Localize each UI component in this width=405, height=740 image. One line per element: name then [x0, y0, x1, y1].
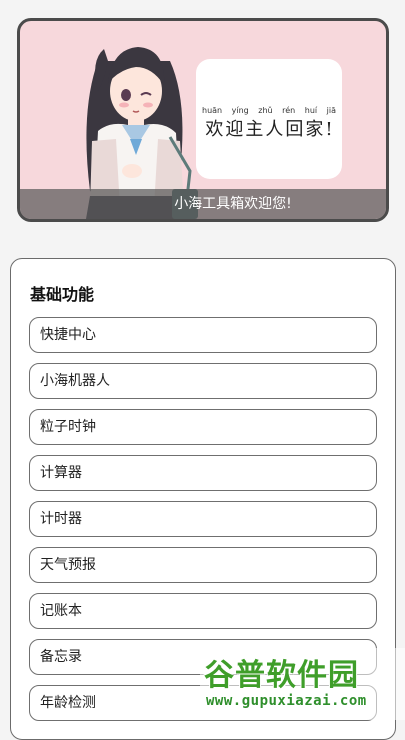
- pinyin-syllable: zhǔ: [258, 106, 273, 115]
- welcome-banner: huān yíng zhǔ rén huí jiā 欢迎主人回家! 小海工具箱欢…: [17, 18, 389, 222]
- function-button-robot[interactable]: 小海机器人: [29, 363, 377, 399]
- site-watermark: 谷普软件园 www.gupuxiazai.com: [200, 648, 405, 720]
- function-button-timer[interactable]: 计时器: [29, 501, 377, 537]
- function-button-quick-center[interactable]: 快捷中心: [29, 317, 377, 353]
- speech-text: 欢迎主人回家!: [205, 119, 335, 140]
- pinyin-syllable: rén: [282, 106, 296, 115]
- function-button-calculator[interactable]: 计算器: [29, 455, 377, 491]
- pinyin-syllable: yíng: [231, 106, 249, 115]
- pinyin-syllable: huān: [202, 106, 223, 115]
- pinyin-syllable: jiā: [326, 106, 336, 115]
- function-button-weather[interactable]: 天气预报: [29, 547, 377, 583]
- speech-pinyin: huān yíng zhǔ rén huí jiā: [202, 106, 336, 115]
- watermark-brand: 谷普软件园: [204, 658, 359, 693]
- pinyin-syllable: huí: [304, 106, 318, 115]
- function-button-particle-clock[interactable]: 粒子时钟: [29, 409, 377, 445]
- banner-caption: 小海工具箱欢迎您!: [20, 189, 386, 219]
- panel-title: 基础功能: [30, 285, 95, 304]
- watermark-url: www.gupuxiazai.com: [206, 693, 367, 709]
- speech-bubble: huān yíng zhǔ rén huí jiā 欢迎主人回家!: [196, 59, 342, 179]
- function-button-account-book[interactable]: 记账本: [29, 593, 377, 629]
